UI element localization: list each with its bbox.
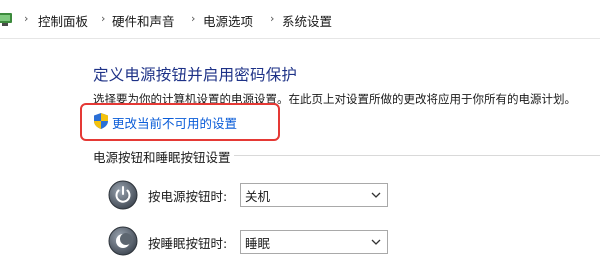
sleep-button-select[interactable]: 睡眠	[240, 230, 388, 254]
uac-shield-icon	[94, 113, 108, 129]
breadcrumb-control-panel[interactable]: 控制面板	[38, 11, 88, 30]
breadcrumb-separator: ›	[24, 12, 29, 25]
breadcrumb-separator: ›	[191, 12, 196, 25]
breadcrumb-power-options[interactable]: 电源选项	[203, 11, 253, 30]
breadcrumb-bar: › 控制面板 › 硬件和声音 › 电源选项 › 系统设置	[0, 0, 600, 39]
chevron-down-icon	[371, 239, 381, 245]
sleep-button-label: 按睡眠按钮时:	[148, 236, 228, 251]
sleep-button-select-value: 睡眠	[245, 235, 271, 251]
breadcrumb-separator: ›	[270, 12, 275, 25]
chevron-down-icon	[371, 192, 381, 198]
breadcrumb-separator: ›	[101, 12, 106, 25]
section-title: 电源按钮和睡眠按钮设置	[93, 150, 231, 165]
power-button-label: 按电源按钮时:	[148, 189, 228, 204]
power-icon	[108, 180, 138, 210]
power-button-select-value: 关机	[245, 188, 271, 204]
section-divider	[234, 155, 600, 156]
breadcrumb-system-settings[interactable]: 系统设置	[282, 11, 332, 30]
control-panel-icon[interactable]	[0, 10, 18, 28]
sleep-icon	[108, 226, 138, 256]
page-title: 定义电源按钮并启用密码保护	[93, 66, 298, 84]
power-button-select[interactable]: 关机	[240, 183, 388, 207]
change-unavailable-settings-link[interactable]: 更改当前不可用的设置	[112, 113, 237, 132]
breadcrumb-hardware-sound[interactable]: 硬件和声音	[112, 11, 175, 30]
